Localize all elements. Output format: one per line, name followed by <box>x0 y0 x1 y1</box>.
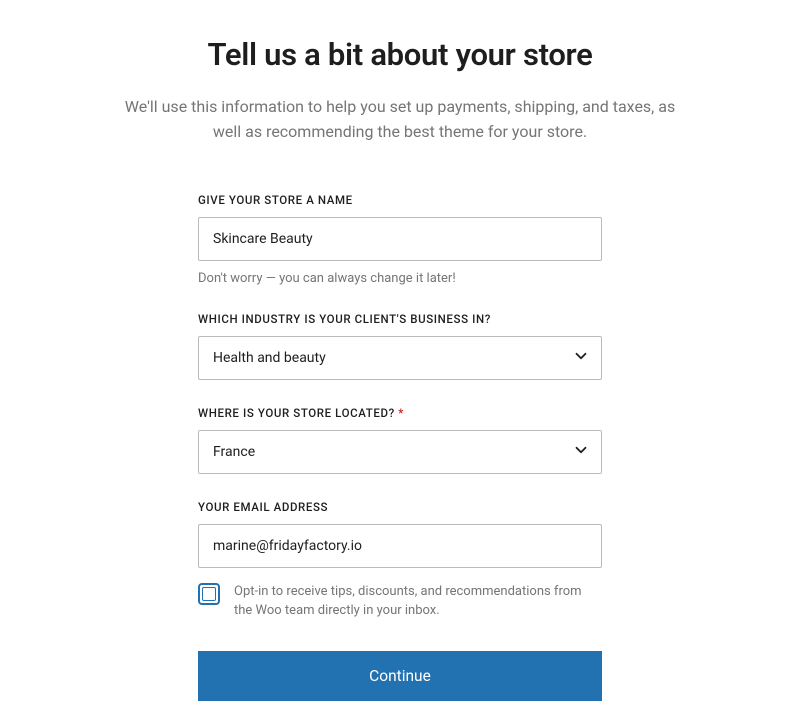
location-label: WHERE IS YOUR STORE LOCATED? * <box>198 406 602 420</box>
industry-select[interactable]: Health and beauty <box>198 336 602 380</box>
location-select-value: France <box>213 444 255 460</box>
industry-select-value: Health and beauty <box>213 350 326 366</box>
optin-checkbox[interactable] <box>198 583 220 605</box>
location-select[interactable]: France <box>198 430 602 474</box>
store-name-hint: Don't worry — you can always change it l… <box>198 271 602 286</box>
email-label: YOUR EMAIL ADDRESS <box>198 500 602 514</box>
industry-field-group: WHICH INDUSTRY IS YOUR CLIENT'S BUSINESS… <box>198 312 602 380</box>
page-title: Tell us a bit about your store <box>0 36 800 73</box>
industry-label: WHICH INDUSTRY IS YOUR CLIENT'S BUSINESS… <box>198 312 602 326</box>
page-subtitle: We'll use this information to help you s… <box>120 95 680 145</box>
optin-row: Opt-in to receive tips, discounts, and r… <box>198 582 602 621</box>
store-name-field-group: GIVE YOUR STORE A NAME Don't worry — you… <box>198 193 602 286</box>
location-field-group: WHERE IS YOUR STORE LOCATED? * France <box>198 406 602 474</box>
continue-button[interactable]: Continue <box>198 651 602 701</box>
email-field-group: YOUR EMAIL ADDRESS <box>198 500 602 568</box>
store-name-input[interactable] <box>198 217 602 261</box>
required-mark: * <box>398 406 404 420</box>
store-name-label: GIVE YOUR STORE A NAME <box>198 193 602 207</box>
optin-label: Opt-in to receive tips, discounts, and r… <box>234 582 602 621</box>
email-input[interactable] <box>198 524 602 568</box>
onboarding-form: GIVE YOUR STORE A NAME Don't worry — you… <box>198 193 602 701</box>
